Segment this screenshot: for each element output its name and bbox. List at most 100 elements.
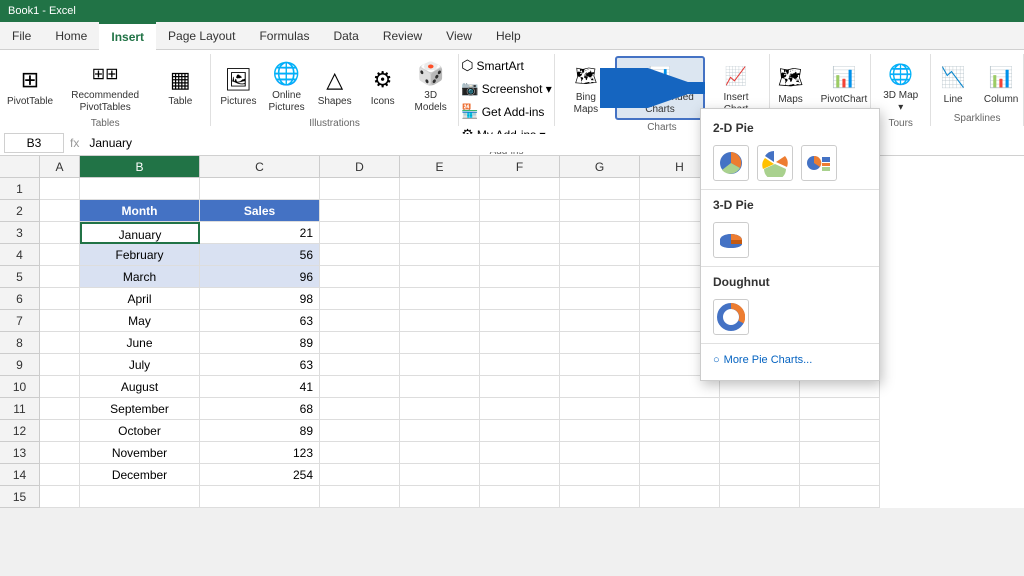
cell-e10[interactable]: [400, 376, 480, 398]
cell-b4[interactable]: February: [80, 244, 200, 266]
cell-c12[interactable]: 89: [200, 420, 320, 442]
cell-d13[interactable]: [320, 442, 400, 464]
cell-c3[interactable]: 21: [200, 222, 320, 244]
cell-b3[interactable]: January: [80, 222, 200, 244]
cell-h13[interactable]: [640, 442, 720, 464]
cell-e13[interactable]: [400, 442, 480, 464]
cell-g15[interactable]: [560, 486, 640, 508]
cell-f15[interactable]: [480, 486, 560, 508]
cell-i11[interactable]: [720, 398, 800, 420]
pie-chart-exploded-icon[interactable]: [757, 145, 793, 181]
cell-a12[interactable]: [40, 420, 80, 442]
cell-e3[interactable]: [400, 222, 480, 244]
col-header-e[interactable]: E: [400, 156, 480, 178]
cell-d4[interactable]: [320, 244, 400, 266]
cell-b6[interactable]: April: [80, 288, 200, 310]
cell-h12[interactable]: [640, 420, 720, 442]
cell-g4[interactable]: [560, 244, 640, 266]
cell-d1[interactable]: [320, 178, 400, 200]
cell-d8[interactable]: [320, 332, 400, 354]
cell-f7[interactable]: [480, 310, 560, 332]
pie-chart-bar-of-pie-icon[interactable]: [801, 145, 837, 181]
cell-d9[interactable]: [320, 354, 400, 376]
screenshot-button[interactable]: 📷 Screenshot ▾: [458, 79, 555, 98]
tab-page-layout[interactable]: Page Layout: [156, 22, 247, 50]
cell-a5[interactable]: [40, 266, 80, 288]
smartart-button[interactable]: ⬡ SmartArt: [458, 56, 527, 75]
cell-d15[interactable]: [320, 486, 400, 508]
cell-f6[interactable]: [480, 288, 560, 310]
cell-b2[interactable]: Month: [80, 200, 200, 222]
cell-d3[interactable]: [320, 222, 400, 244]
cell-d11[interactable]: [320, 398, 400, 420]
cell-e8[interactable]: [400, 332, 480, 354]
cell-b5[interactable]: March: [80, 266, 200, 288]
cell-g5[interactable]: [560, 266, 640, 288]
col-header-b[interactable]: B: [80, 156, 200, 178]
table-button[interactable]: ▦ Table: [158, 62, 202, 110]
cell-f8[interactable]: [480, 332, 560, 354]
cell-e7[interactable]: [400, 310, 480, 332]
cell-j14[interactable]: [800, 464, 880, 486]
cell-e6[interactable]: [400, 288, 480, 310]
cell-h11[interactable]: [640, 398, 720, 420]
cell-f13[interactable]: [480, 442, 560, 464]
cell-c15[interactable]: [200, 486, 320, 508]
cell-g12[interactable]: [560, 420, 640, 442]
cell-b8[interactable]: June: [80, 332, 200, 354]
cell-a10[interactable]: [40, 376, 80, 398]
cell-a3[interactable]: [40, 222, 80, 244]
line-sparkline-button[interactable]: 📉 Line: [931, 60, 975, 108]
cell-c8[interactable]: 89: [200, 332, 320, 354]
cell-c2[interactable]: Sales: [200, 200, 320, 222]
tab-home[interactable]: Home: [43, 22, 99, 50]
cell-a4[interactable]: [40, 244, 80, 266]
cell-g14[interactable]: [560, 464, 640, 486]
recommended-pivottables-button[interactable]: ⊞⊞ Recommended PivotTables: [56, 56, 154, 116]
cell-b15[interactable]: [80, 486, 200, 508]
more-pie-charts-button[interactable]: ○ More Pie Charts...: [701, 348, 879, 372]
cell-d14[interactable]: [320, 464, 400, 486]
cell-c10[interactable]: 41: [200, 376, 320, 398]
cell-e2[interactable]: [400, 200, 480, 222]
col-header-d[interactable]: D: [320, 156, 400, 178]
3d-models-button[interactable]: 🎲 3D Models: [409, 56, 453, 116]
icons-button[interactable]: ⚙ Icons: [361, 62, 405, 110]
cell-a11[interactable]: [40, 398, 80, 420]
shapes-button[interactable]: △ Shapes: [313, 62, 357, 110]
cell-g6[interactable]: [560, 288, 640, 310]
cell-d7[interactable]: [320, 310, 400, 332]
cell-a13[interactable]: [40, 442, 80, 464]
cell-e12[interactable]: [400, 420, 480, 442]
pie-chart-basic-icon[interactable]: [713, 145, 749, 181]
cell-i13[interactable]: [720, 442, 800, 464]
cell-a6[interactable]: [40, 288, 80, 310]
cell-g9[interactable]: [560, 354, 640, 376]
col-header-c[interactable]: C: [200, 156, 320, 178]
pivottable-button[interactable]: ⊞ PivotTable: [8, 62, 52, 110]
cell-reference-input[interactable]: [4, 133, 64, 153]
tab-insert[interactable]: Insert: [99, 22, 156, 50]
cell-a15[interactable]: [40, 486, 80, 508]
doughnut-chart-icon[interactable]: [713, 299, 749, 335]
cell-g8[interactable]: [560, 332, 640, 354]
3d-map-button[interactable]: 🌐 3D Map ▾: [879, 56, 923, 116]
cell-f3[interactable]: [480, 222, 560, 244]
cell-e4[interactable]: [400, 244, 480, 266]
cell-a8[interactable]: [40, 332, 80, 354]
cell-g1[interactable]: [560, 178, 640, 200]
cell-a7[interactable]: [40, 310, 80, 332]
cell-g7[interactable]: [560, 310, 640, 332]
cell-j12[interactable]: [800, 420, 880, 442]
cell-c7[interactable]: 63: [200, 310, 320, 332]
cell-j15[interactable]: [800, 486, 880, 508]
cell-i14[interactable]: [720, 464, 800, 486]
cell-f4[interactable]: [480, 244, 560, 266]
cell-c13[interactable]: 123: [200, 442, 320, 464]
pivotchart-button[interactable]: 📊 PivotChart: [817, 60, 872, 108]
column-sparkline-button[interactable]: 📊 Column: [979, 60, 1023, 108]
cell-i12[interactable]: [720, 420, 800, 442]
pictures-button[interactable]: 🖼 Pictures: [216, 62, 260, 110]
cell-a1[interactable]: [40, 178, 80, 200]
cell-b12[interactable]: October: [80, 420, 200, 442]
